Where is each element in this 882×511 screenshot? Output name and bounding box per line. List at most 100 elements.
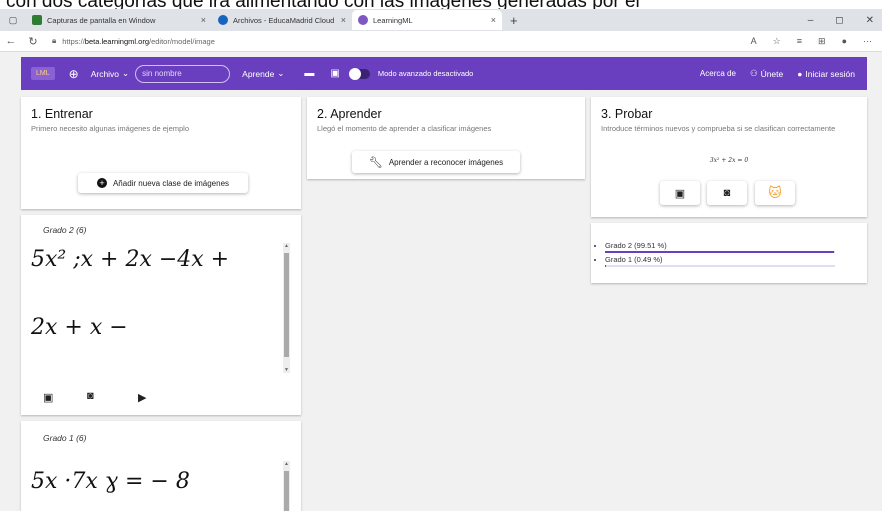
tab-learningml[interactable]: LearningML × [352,10,502,30]
chevron-down-icon: ⌄ [277,68,285,78]
learn-menu[interactable]: Aprende ⌄ [242,68,284,79]
url-field[interactable]: 🔒︎ https://beta.learningml.org/editor/mo… [52,33,682,49]
tab-label: Capturas de pantalla en Window [47,15,156,25]
close-tab-icon[interactable]: × [341,15,346,25]
language-globe-icon[interactable]: ⊕ [69,67,79,81]
upload-image-button[interactable]: ▣ [660,181,700,205]
tab-actions-icon[interactable]: ▢ [0,15,26,26]
tab-capturas[interactable]: Capturas de pantalla en Window × [26,10,212,30]
add-class-label: Añadir nueva clase de imágenes [112,178,230,188]
app-toolbar: LML ⊕ Archivo ⌄ Aprende ⌄ ▬ ▣ Modo avanz… [21,57,867,90]
class-name: Grado 1 (6) [43,433,87,443]
scratch-cat-icon: 🐱︎ [768,185,782,200]
train-card: 1. Entrenar Primero necesito algunas imá… [21,97,301,209]
learningml-icon [358,15,368,25]
sample-math: 5x ·7x ɣ = − 8 [31,469,190,494]
results-list: Grado 1 (0.49 %) [591,255,861,264]
cloud-icon [218,15,228,25]
close-window-icon[interactable]: ✕ [866,15,874,26]
sample-math: 5x² ;x + 2x −4x + [31,247,230,272]
maximize-icon[interactable]: ◻ [835,15,843,26]
login-button[interactable]: ● Iniciar sesión [797,69,855,79]
label-icon[interactable]: ▶ [138,391,146,404]
class-card-grado-2: Grado 2 (6) 5x² ;x + 2x −4x + 2x + x − ▲… [21,215,301,415]
more-icon[interactable]: ··· [863,36,872,47]
scrollbar-thumb[interactable] [284,253,289,357]
camera-button[interactable]: ◙ [707,181,747,205]
about-link[interactable]: Acerca de [700,69,736,78]
train-column: 1. Entrenar Primero necesito algunas imá… [21,97,301,511]
file-menu-label: Archivo [90,68,120,79]
folder-icon[interactable]: ▬ [304,68,314,79]
learn-button[interactable]: 🔧︎ Aprender a reconocer imágenes [352,151,520,173]
reload-icon[interactable]: ↻ [22,35,44,48]
camera-icon[interactable]: ◙ [87,390,94,402]
favorites-list-icon[interactable]: ≡ [797,36,802,47]
new-tab-button[interactable]: + [510,13,518,28]
camera-icon: ◙ [723,187,731,199]
scroll-up-icon[interactable]: ▲ [283,461,290,467]
read-aloud-icon[interactable]: A [751,36,757,47]
url-host: beta.learningml.org [84,36,149,46]
browser-tab-bar: ▢ Capturas de pantalla en Window × Archi… [0,9,882,31]
save-icon[interactable]: ▣ [330,68,339,79]
image-icon: ▣ [674,187,686,200]
class-name: Grado 2 (6) [43,225,87,235]
results-card: Grado 2 (99.51 %) Grado 1 (0.49 %) [591,223,867,283]
test-subtitle: Introduce términos nuevos y comprueba si… [601,124,836,133]
file-menu[interactable]: Archivo ⌄ [91,68,129,79]
learn-subtitle: Llegó el momento de aprender a clasifica… [317,124,492,133]
browser-toolbar: A ☆ ≡ ⊞ ● ··· [751,36,882,47]
login-label: Iniciar sesión [805,68,855,79]
close-tab-icon[interactable]: × [491,15,496,25]
learn-menu-label: Aprende [242,68,275,79]
favorite-icon[interactable]: ☆ [773,36,781,47]
learn-button-label: Aprender a reconocer imágenes [388,157,504,167]
project-name-input[interactable] [135,64,231,83]
scrollbar-thumb[interactable] [284,471,289,511]
results-list: Grado 2 (99.51 %) [591,241,861,250]
train-subtitle: Primero necesito algunas imágenes de eje… [31,124,190,133]
scroll-down-icon[interactable]: ▼ [283,367,290,373]
scroll-up-icon[interactable]: ▲ [283,243,290,249]
join-button[interactable]: ⚇ Únete [750,68,783,79]
sample-math: 2x + x − [31,315,128,340]
lock-icon: 🔒︎ [52,36,57,45]
back-icon[interactable]: ← [0,35,22,47]
tab-label: LearningML [373,15,413,25]
tab-label: Archivos - EducaMadrid Cloud [233,15,335,25]
train-title: 1. Entrenar [31,107,93,121]
add-class-button[interactable]: + Añadir nueva clase de imágenes [78,173,248,193]
add-image-icon[interactable]: ▣ [43,391,53,404]
samples-scrollbar[interactable]: ▲ [283,461,290,511]
result-bar-fill [605,265,607,267]
add-circle-icon: + [96,178,107,188]
address-bar: ← ↻ 🔒︎ https://beta.learningml.org/edito… [0,31,882,52]
result-bar-fill [605,251,834,253]
advanced-mode-label: Modo avanzado desactivado [377,69,474,78]
url-path: /editor/model/image [149,36,215,46]
learn-column: 2. Aprender Llegó el momento de aprender… [307,97,585,499]
sample-image: 5x² ;x + 2x −4x + [31,247,287,291]
scratch-button[interactable]: 🐱︎ [755,181,795,205]
main-content: 1. Entrenar Primero necesito algunas imá… [21,97,867,511]
app-logo[interactable]: LML [31,67,55,80]
close-tab-icon[interactable]: × [201,15,206,25]
class-card-grado-1: Grado 1 (6) 5x ·7x ɣ = − 8 ▲ [21,421,301,511]
profile-icon[interactable]: ● [842,36,847,47]
test-title: 3. Probar [601,107,653,121]
collections-icon[interactable]: ⊞ [818,36,826,47]
result-bar [605,265,835,267]
samples-scrollbar[interactable]: ▲ ▼ [283,243,290,373]
url-text: https://beta.learningml.org/editor/model… [62,37,215,46]
advanced-mode-toggle[interactable] [348,67,370,80]
sample-image: 5x ·7x ɣ = − 8 [31,469,287,503]
learn-card: 2. Aprender Llegó el momento de aprender… [307,97,585,179]
folder-icon [32,15,42,25]
test-column: 3. Probar Introduce términos nuevos y co… [591,97,867,499]
tab-educamadrid[interactable]: Archivos - EducaMadrid Cloud × [212,10,352,30]
result-item: Grado 2 (99.51 %) [605,241,861,250]
people-icon: ⚇ [749,68,758,78]
minimize-icon[interactable]: – [808,15,814,26]
wrench-icon: 🔧︎ [368,156,383,169]
